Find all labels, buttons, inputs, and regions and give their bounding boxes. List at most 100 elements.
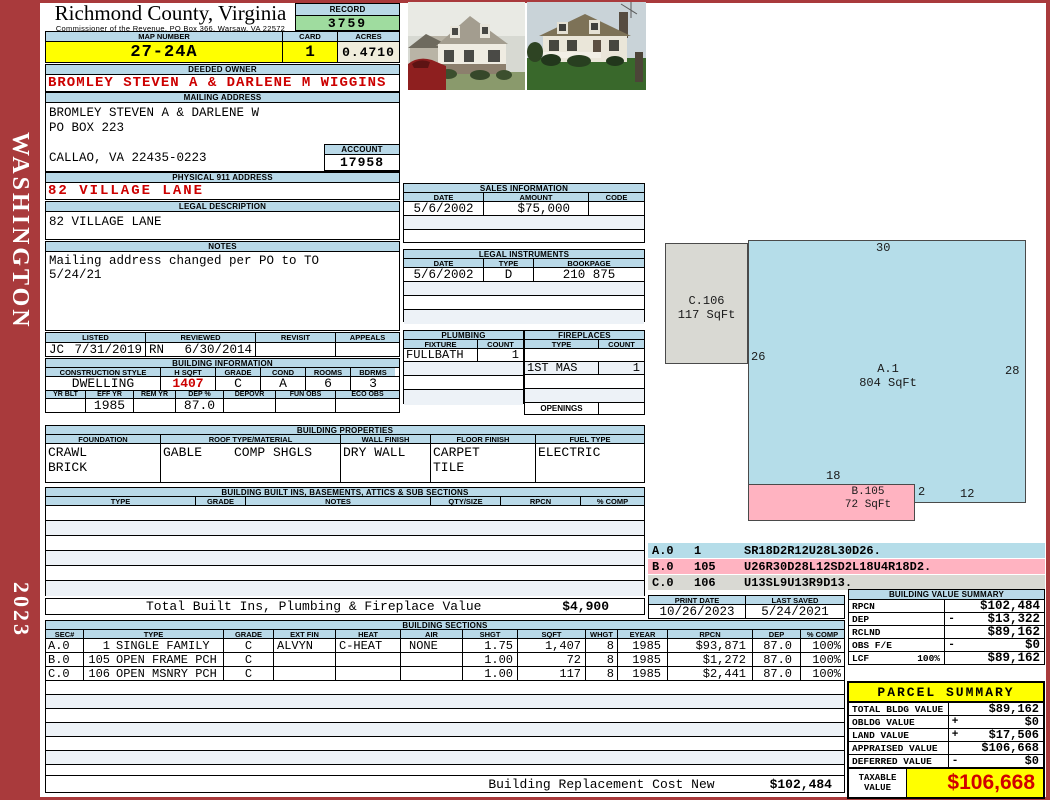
notes-section: NOTES Mailing address changed per PO to … [45,241,400,331]
bs-extfin [274,667,336,680]
card-label: CARD [283,32,338,41]
bs-sqft: 1,407 [518,639,586,652]
value-summary-row: RPCN $102,484 [848,599,1045,613]
sketch-section-a-label: A.1 804 SqFt [813,362,963,390]
vs-label: LCF [852,652,870,664]
construction-style-value: DWELLING [46,377,161,390]
ps-label: DEFERRED VALUE [849,755,949,767]
property-photo-side [527,2,646,90]
bs-comp: 100% [812,639,841,652]
ps-value: $89,162 [988,702,1039,716]
taxable-value-amount: $106,668 [907,769,1043,797]
bs-col-air: AIR [401,630,463,638]
builtins-col-comp: % COMP [581,497,644,505]
deeded-owner-section: DEEDED OWNER BROMLEY STEVEN A & DARLENE … [45,64,400,92]
fixture-label: FIXTURE [404,340,478,348]
building-section-row: A.0 1 SINGLE FAMILY C ALVYN C-HEAT NONE 1… [45,638,845,653]
bs-grade: C [224,667,274,680]
legend-row-c: C.0 106 U13SL9U13R9D13. [648,575,1045,590]
reviewed-date: 6/30/2014 [184,343,252,356]
effyr-label: EFF YR [86,391,134,398]
value-summary-row: DEP - $13,322 [848,612,1045,626]
sales-amount-label: AMOUNT [484,193,589,201]
appeals-label: APPEALS [336,333,399,342]
instrument-row: 5/6/2002 D 210 875 [403,267,645,282]
sales-empty-rows [403,215,645,243]
yrblt-label: YR BLT [46,391,86,398]
ps-label: APPRAISED VALUE [849,742,949,754]
instrument-bookpage: 210 875 [562,268,616,281]
property-photo-front [408,2,525,90]
bs-col-dep: DEP [753,630,801,638]
bs-sqft: 117 [518,667,586,680]
bdrms-label: BDRMS [351,368,395,376]
bs-col-rpcn: RPCN [668,630,753,638]
building-value-summary: BUILDING VALUE SUMMARY RPCN $102,484 DEP… [848,589,1045,665]
sketch-dim-step: 2 [918,485,926,499]
last-saved-label: LAST SAVED [746,596,844,604]
instrument-date: 5/6/2002 [404,268,484,281]
sketch-dim-top: 30 [876,241,891,255]
taxable-value-label: TAXABLE VALUE [849,769,907,797]
bs-col-shgt: SHGT [463,630,518,638]
parcel-row: LAND VALUE + $17,506 [849,728,1043,742]
bs-comp: 100% [812,653,841,666]
replacement-cost-row: Building Replacement Cost New $102,484 [45,775,845,793]
sales-code [589,202,644,215]
mailing-line-2: PO BOX 223 [49,121,125,135]
bs-heat: C-HEAT [336,639,401,652]
sales-date: 5/6/2002 [404,202,484,215]
tax-year-label: 2023 [9,582,34,638]
mailing-address-section: MAILING ADDRESS BROMLEY STEVEN A & DARLE… [45,92,400,172]
legend-row-a: A.0 1 SR18D2R12U28L30D26. [648,543,1045,558]
floor-finish-value-2: TILE [433,460,465,475]
vs-label: RPCN [849,600,945,612]
bs-air [401,667,463,680]
fireplace-count-value: 1 [632,362,640,374]
listed-label: LISTED [46,333,146,342]
remyr-label: REM YR [134,391,176,398]
openings-label: OPENINGS [525,403,599,414]
fireplace-count-label: COUNT [599,340,644,348]
map-card-acres: MAP NUMBER CARD ACRES 27-24A 1 0.4710 [45,31,400,63]
vs-label-lcf: LCF 100% [849,652,945,664]
foundation-value-2: BRICK [48,460,88,475]
plumbing-empty-rows [403,361,524,405]
revisit-value [256,343,336,356]
fireplace-row: 1ST MAS 1 [524,361,645,375]
bs-rpcn: $93,871 [668,639,753,652]
bs-col-whgt: WHGT [586,630,618,638]
county-header: Richmond County, Virginia Commissioner o… [48,3,293,34]
fixture-value: FULLBATH [404,349,478,361]
building-information-section: BUILDING INFORMATION CONSTRUCTION STYLE … [45,358,400,413]
district-label: WASHINGTON [7,132,33,330]
cond-label: COND [261,368,306,376]
value-summary-row: LCF 100% $89,162 [848,651,1045,665]
sales-information-section: SALES INFORMATION DATE AMOUNT CODE 5/6/2… [403,183,645,243]
building-section-row: B.0 105 OPEN FRAME PCH C 1.00 72 8 1985 $… [45,652,845,667]
plumbing-count-label: COUNT [478,340,523,348]
card-value: 1 [283,42,338,62]
rooms-value: 6 [306,377,351,390]
sketch-c-name: C.106 [688,294,725,308]
building-section-row: C.0 106 OPEN MSNRY PCH C 1.00 117 8 1985 … [45,666,845,681]
vs-pct: 100% [917,652,940,664]
plumbing-row: FULLBATH 1 [403,348,524,362]
vs-op: - [948,613,955,625]
notes-line-2: 5/24/21 [49,268,102,282]
floor-finish-value-1: CARPET [433,445,480,460]
rooms-label: ROOMS [306,368,351,376]
physical-address-section: PHYSICAL 911 ADDRESS 82 VILLAGE LANE [45,172,400,200]
bs-sec: B.0 [46,653,84,666]
cond-value: A [261,377,306,390]
dep-pct-value: 87.0 [176,399,224,412]
bs-num: 105 [88,653,110,666]
bs-type: OPEN MSNRY PCH [116,667,217,680]
bs-heat [336,667,401,680]
bs-eyear: 1985 [618,639,668,652]
vs-value: $89,162 [987,651,1040,665]
sketch-legend: A.0 1 SR18D2R12U28L30D26. B.0 105 U26R30… [648,543,1045,591]
vs-value: $89,162 [987,625,1040,639]
parcel-row: APPRAISED VALUE $106,668 [849,741,1043,755]
legal-description-section: LEGAL DESCRIPTION 82 VILLAGE LANE [45,201,400,240]
